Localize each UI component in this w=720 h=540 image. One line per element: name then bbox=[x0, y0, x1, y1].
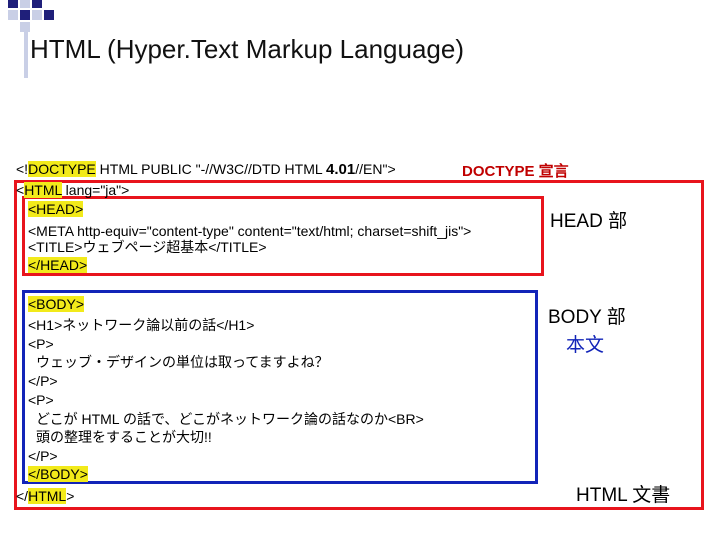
decor-square bbox=[32, 10, 42, 20]
head-open-tag: <HEAD> bbox=[28, 201, 84, 217]
decor-square bbox=[8, 10, 18, 20]
doctype-keyword: DOCTYPE bbox=[28, 161, 96, 177]
decor-square bbox=[44, 10, 54, 20]
p-text-line-2: どこが HTML の話で、どこがネットワーク論の話なのか<BR> bbox=[36, 411, 424, 427]
title-accent-bar bbox=[24, 32, 28, 78]
html-close-line: </HTML> bbox=[16, 487, 74, 505]
body-close-line: </BODY> bbox=[28, 465, 88, 483]
p-open-line-2: <P> bbox=[28, 392, 54, 408]
head-annotation: HEAD 部 bbox=[550, 211, 628, 232]
decor-square bbox=[8, 0, 18, 8]
html-open-line: <HTML lang="ja"> bbox=[16, 181, 129, 199]
html-close-tag: HTML bbox=[28, 488, 67, 504]
html-close-bracket: </ bbox=[16, 488, 29, 504]
doctype-mid: HTML PUBLIC "-//W3C//DTD HTML bbox=[95, 161, 327, 177]
html-open-rest: lang="ja"> bbox=[61, 182, 130, 198]
html-doc-annotation: HTML 文書 bbox=[576, 485, 671, 506]
doctype-annotation: DOCTYPE 宣言 bbox=[462, 163, 569, 180]
decor-square bbox=[20, 22, 30, 32]
html-open-bracket: < bbox=[16, 182, 25, 198]
head-open-line: <HEAD> bbox=[28, 200, 84, 218]
p-open-line-1: <P> bbox=[28, 336, 54, 352]
slide-title: HTML (Hyper.Text Markup Language) bbox=[30, 34, 465, 64]
h1-line: <H1>ネットワーク論以前の話</H1> bbox=[28, 317, 255, 333]
html-open-tag: HTML bbox=[24, 182, 62, 198]
body-annotation: BODY 部 bbox=[548, 307, 626, 328]
doctype-line: <!DOCTYPE HTML PUBLIC "-//W3C//DTD HTML … bbox=[16, 160, 396, 179]
decor-square bbox=[20, 10, 30, 20]
body-close-tag: </BODY> bbox=[28, 466, 88, 482]
body-open-tag: <BODY> bbox=[28, 296, 85, 312]
head-close-tag: </HEAD> bbox=[28, 257, 88, 273]
doctype-open: <! bbox=[16, 161, 29, 177]
doctype-end: //EN"> bbox=[355, 161, 396, 177]
body-text-annotation: 本文 bbox=[566, 335, 605, 356]
decor-square bbox=[20, 0, 30, 8]
head-close-line: </HEAD> bbox=[28, 256, 88, 274]
p-text-line-3: 頭の整理をすることが大切!! bbox=[36, 429, 212, 445]
html-close-rest: > bbox=[66, 488, 75, 504]
body-open-line: <BODY> bbox=[28, 295, 85, 313]
p-close-line-2: </P> bbox=[28, 448, 58, 464]
p-close-line-1: </P> bbox=[28, 373, 58, 389]
doctype-version: 4.01 bbox=[326, 161, 356, 178]
title-tag-line: <TITLE>ウェブページ超基本</TITLE> bbox=[28, 239, 267, 255]
p-text-line-1: ウェッブ・デザインの単位は取ってますよね？ bbox=[36, 354, 329, 370]
decor-square bbox=[32, 0, 42, 8]
